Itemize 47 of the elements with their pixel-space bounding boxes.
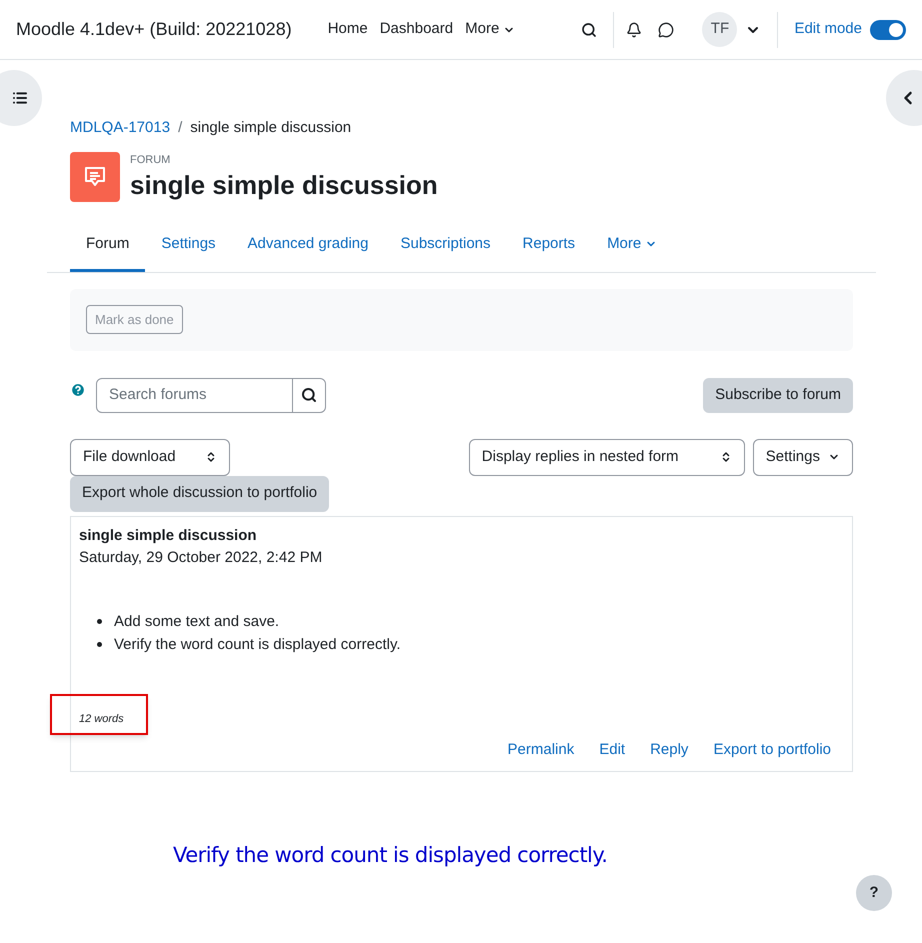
subscribe-button[interactable]: Subscribe to forum	[703, 378, 853, 412]
bell-icon[interactable]	[626, 22, 642, 38]
help-button[interactable]: ?	[856, 875, 892, 911]
edit-mode-toggle[interactable]	[870, 20, 906, 40]
display-mode-select[interactable]: Display replies in nested form	[468, 438, 745, 476]
forum-icon	[70, 152, 120, 202]
page-title: single simple discussion	[130, 168, 438, 201]
search-field[interactable]: Search forums	[96, 378, 293, 412]
edit-mode-label: Edit mode	[794, 19, 862, 40]
word-count: 12 words	[79, 712, 124, 726]
search-icon[interactable]	[581, 22, 598, 38]
export-discussion-button[interactable]: Export whole discussion to portfolio	[70, 476, 330, 512]
module-label: FORUM	[130, 153, 172, 168]
post-subject: single simple discussion	[79, 526, 258, 546]
nav-tab[interactable]: Forum	[70, 220, 146, 272]
post-date: Saturday, 29 October 2022, 2:42 PM	[79, 548, 324, 568]
annotation-text: Verify the word count is displayed correctly.	[173, 842, 608, 869]
list-icon	[12, 90, 28, 106]
nav-tab[interactable]: Advanced grading	[232, 220, 384, 272]
sort-arrows-icon	[205, 451, 217, 463]
chat-icon[interactable]	[658, 22, 674, 38]
bullet-icon	[97, 642, 102, 646]
post-action-link[interactable]: Export to portfolio	[713, 739, 831, 762]
post-text: Add some text and save.	[114, 612, 280, 632]
post-action-link[interactable]: Reply	[650, 739, 688, 762]
post-action-link[interactable]: Edit	[599, 739, 626, 762]
course-index-button[interactable]	[0, 70, 42, 126]
post-text: Verify the word count is displayed correctly.	[114, 634, 401, 654]
nav-link[interactable]: More	[465, 18, 516, 41]
breadcrumb-item: single simple discussion	[190, 118, 352, 138]
post-action-link[interactable]: Permalink	[508, 739, 574, 762]
nav-link[interactable]: Home	[328, 18, 368, 41]
nav-tab[interactable]: Reports	[506, 220, 592, 272]
search-icon	[301, 387, 317, 403]
avatar[interactable]: TF	[702, 12, 738, 47]
site-name[interactable]: Moodle 4.1dev+ (Build: 20221028)	[16, 16, 292, 43]
nav-tab[interactable]: More	[591, 220, 674, 272]
file-download-select[interactable]: File download	[70, 438, 230, 476]
search-button[interactable]	[293, 378, 326, 412]
settings-menu-button[interactable]: Settings	[752, 438, 853, 476]
nav-tab[interactable]: Settings	[145, 220, 232, 272]
nav-link[interactable]: Dashboard	[380, 18, 454, 41]
breadcrumb-link[interactable]: MDLQA-17013	[70, 117, 170, 140]
bullet-icon	[97, 618, 102, 624]
breadcrumb-separator: /	[178, 118, 182, 138]
help-icon[interactable]	[70, 382, 86, 398]
nav-tab[interactable]: Subscriptions	[384, 220, 507, 272]
